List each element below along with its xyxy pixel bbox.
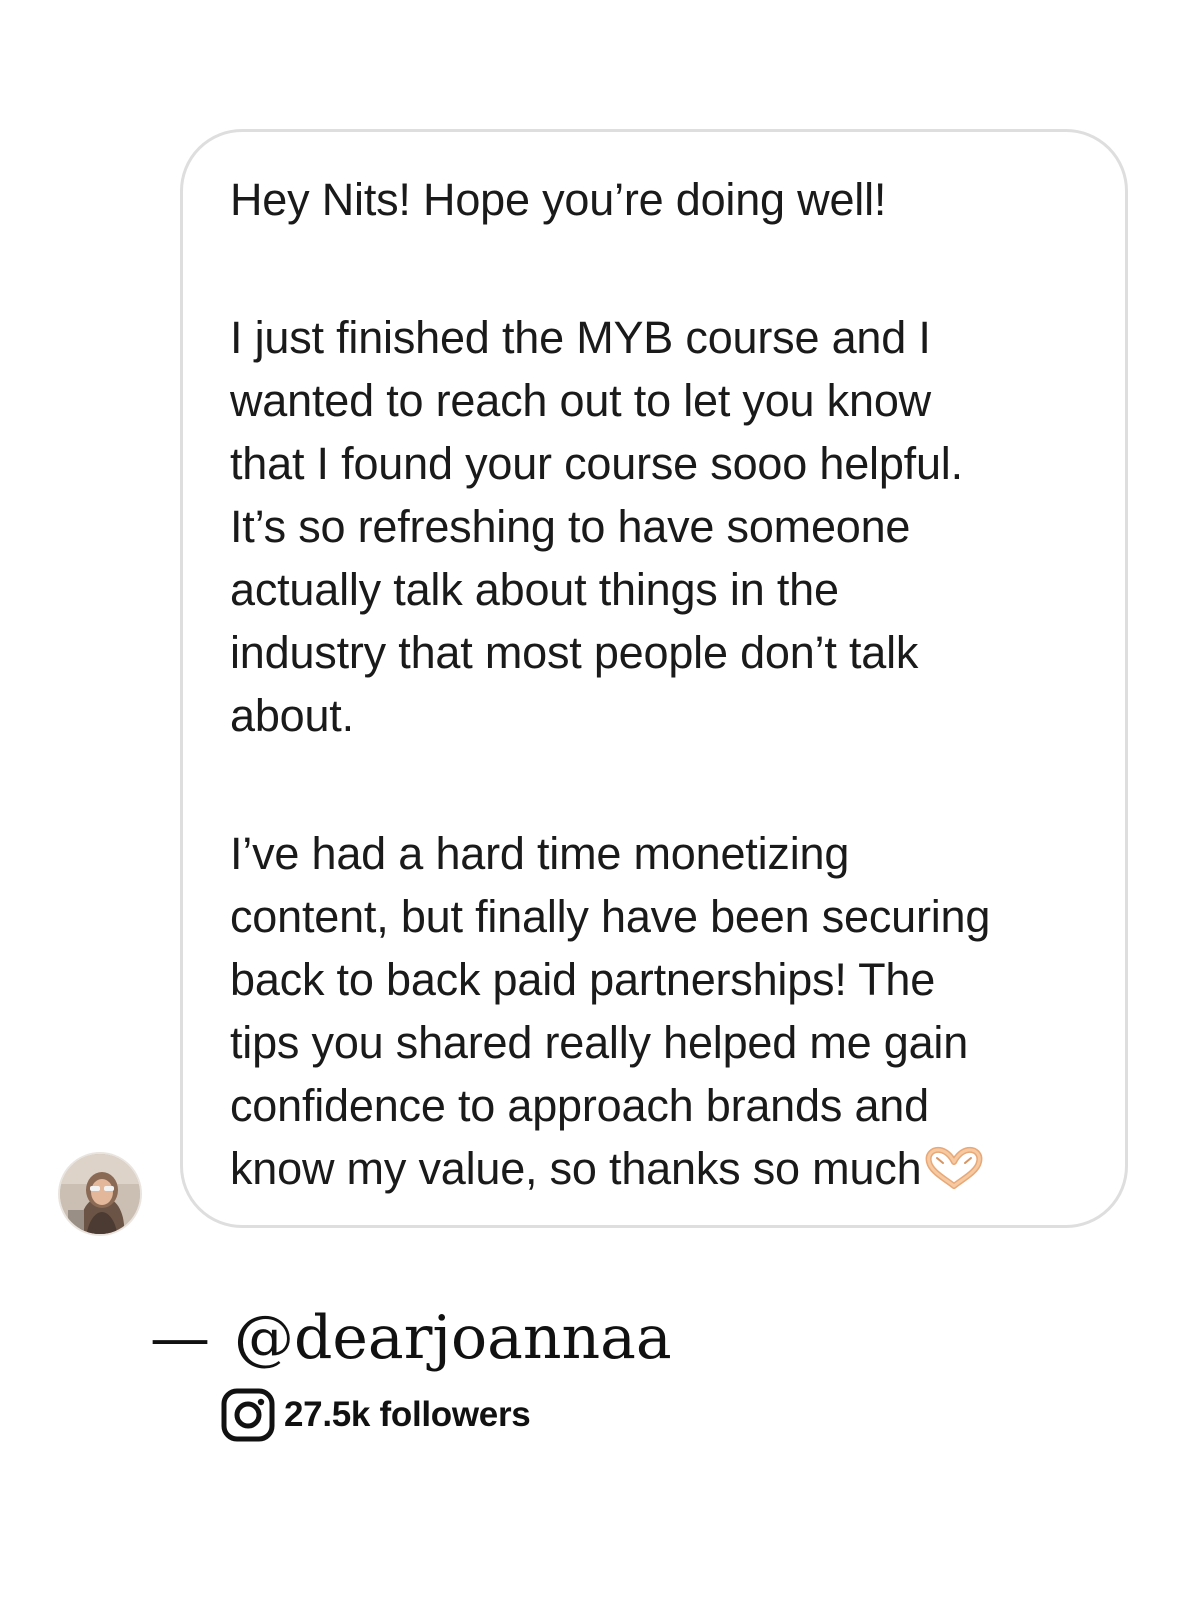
heart-hands-icon xyxy=(926,1146,983,1189)
followers-count: 27.5k followers xyxy=(284,1395,531,1434)
message-paragraph-2: I’ve had a hard time monetizing content,… xyxy=(230,822,1085,1200)
message-paragraph-1: I just finished the MYB course and I wan… xyxy=(230,312,963,741)
followers-row: 27.5k followers xyxy=(220,1386,531,1444)
message-paragraph-2-text: I’ve had a hard time monetizing content,… xyxy=(230,828,991,1194)
message-greeting: Hey Nits! Hope you’re doing well! xyxy=(230,174,887,225)
instagram-icon[interactable] xyxy=(220,1387,276,1443)
profile-photo-icon xyxy=(60,1154,140,1234)
message-bubble: Hey Nits! Hope you’re doing well! I just… xyxy=(180,129,1128,1228)
attribution-handle-row: — @dearjoannaa xyxy=(150,1302,672,1374)
attribution-dash: — xyxy=(150,1303,210,1373)
avatar[interactable] xyxy=(58,1152,142,1236)
attribution-handle[interactable]: @dearjoannaa xyxy=(234,1303,672,1373)
